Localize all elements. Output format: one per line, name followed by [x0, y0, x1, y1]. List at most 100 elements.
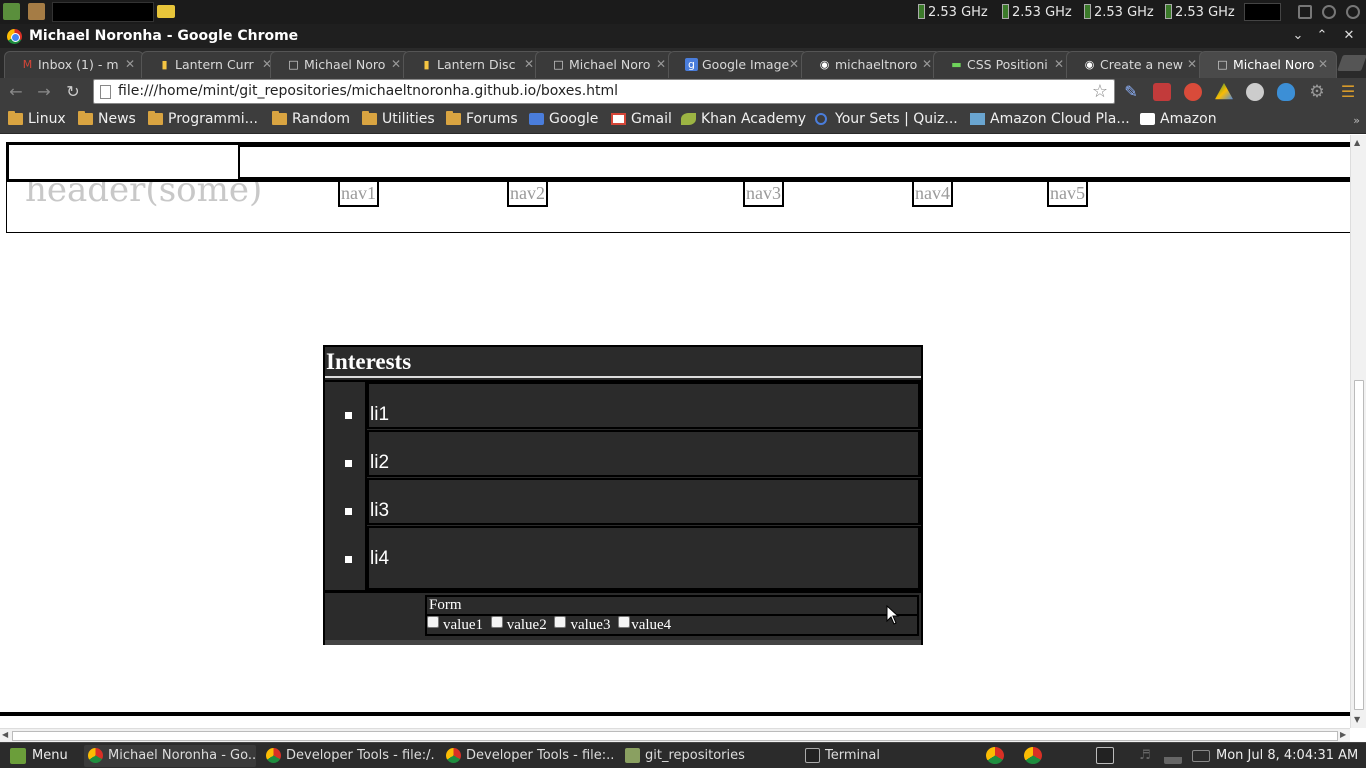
power-icon[interactable] [1346, 5, 1360, 19]
bookmark-utilities[interactable]: Utilities [362, 111, 435, 127]
checkbox-value3[interactable] [554, 616, 567, 628]
interests-title: Interests [325, 347, 921, 378]
folder-icon [446, 111, 461, 125]
bookmark-khan-academy[interactable]: Khan Academy [681, 111, 806, 127]
checkbox-value2[interactable] [490, 616, 503, 628]
chrome-tray-icon[interactable] [986, 747, 1004, 764]
archive-icon[interactable] [28, 3, 45, 20]
refresh-icon[interactable] [1322, 5, 1336, 19]
tab-lantern-disc[interactable]: ▮ Lantern Disc ✕ [403, 51, 543, 78]
back-button[interactable]: ← [6, 82, 26, 102]
bookmark-quizlet[interactable]: Your Sets | Quiz... [815, 111, 958, 127]
cpu-meter-icon [1165, 4, 1172, 19]
tab-label: Google Image [702, 57, 790, 72]
start-menu-button[interactable]: Menu [4, 745, 68, 767]
gear-icon[interactable]: ⚙ [1308, 83, 1326, 101]
tab-michael-noro-1[interactable]: □ Michael Noro ✕ [270, 51, 410, 78]
nav-link-4[interactable]: nav4 [912, 180, 953, 207]
cloud-extension-icon[interactable] [1277, 83, 1295, 101]
window-minimize-button[interactable]: ⌄ [1289, 27, 1307, 45]
chrome-tray-icon[interactable] [1024, 747, 1042, 764]
new-tab-button[interactable] [1337, 55, 1366, 71]
bookmark-programming[interactable]: Programmi... [148, 111, 258, 127]
tab-google-images[interactable]: g Google Image ✕ [668, 51, 808, 78]
tab-michael-noro-2[interactable]: □ Michael Noro ✕ [535, 51, 675, 78]
volume-icon[interactable]: ♬ [1136, 747, 1154, 764]
scroll-right-arrow-icon[interactable]: ▶ [1340, 730, 1346, 739]
tab-css-positioning[interactable]: ▬ CSS Positioni ✕ [933, 51, 1073, 78]
horizontal-scrollbar-thumb[interactable] [12, 731, 1338, 741]
scroll-left-arrow-icon[interactable]: ◀ [2, 730, 8, 739]
close-icon[interactable]: ✕ [391, 52, 401, 77]
page-viewport: header(some) nav1 nav2 nav3 nav4 nav5 In… [0, 135, 1350, 728]
tab-inbox[interactable]: M Inbox (1) - m ✕ [4, 51, 144, 78]
address-bar[interactable]: file:///home/mint/git_repositories/micha… [93, 79, 1115, 104]
bookmark-forums[interactable]: Forums [446, 111, 518, 127]
close-icon[interactable]: ✕ [922, 52, 932, 77]
task-devtools-2[interactable]: Developer Tools - file:... [442, 745, 614, 767]
bookmark-extension-icon[interactable] [1153, 83, 1171, 101]
github-icon: ◉ [1084, 58, 1095, 71]
nav-link-5[interactable]: nav5 [1047, 180, 1088, 207]
task-chrome-main[interactable]: Michael Noronha - Go... [84, 745, 256, 767]
window-titlebar: Michael Noronha - Google Chrome ⌄ ⌃ ✕ [0, 24, 1366, 48]
scroll-up-arrow-icon[interactable]: ▲ [1354, 138, 1360, 147]
checkbox-value1[interactable] [427, 616, 439, 628]
task-devtools-1[interactable]: Developer Tools - file:/... [262, 745, 436, 767]
list-item: li1 [367, 382, 921, 429]
close-icon[interactable]: ✕ [789, 52, 799, 77]
bookmark-news[interactable]: News [78, 111, 136, 127]
reload-button[interactable]: ↻ [63, 82, 83, 102]
horizontal-scrollbar[interactable]: ◀ ▶ [0, 728, 1350, 742]
header-band [7, 143, 1350, 182]
clock[interactable]: Mon Jul 8, 4:04:31 AM [1216, 748, 1358, 763]
task-terminal[interactable]: Terminal [801, 745, 973, 767]
shield-extension-icon[interactable] [1246, 83, 1264, 101]
bookmark-star-icon[interactable]: ☆ [1092, 81, 1108, 102]
tab-label: Michael Noro [304, 57, 386, 72]
chrome-menu-icon[interactable]: ☰ [1339, 83, 1357, 101]
close-icon[interactable]: ✕ [1318, 52, 1328, 77]
close-icon[interactable]: ✕ [1187, 52, 1197, 77]
window-maximize-button[interactable]: ⌃ [1313, 27, 1331, 45]
bookmark-random[interactable]: Random [272, 111, 350, 127]
task-git-repositories[interactable]: git_repositories [621, 745, 793, 767]
bookmark-linux[interactable]: Linux [8, 111, 66, 127]
menu-launcher-icon[interactable] [3, 3, 20, 20]
drive-icon[interactable] [1215, 83, 1233, 100]
bullet-icon [345, 412, 352, 419]
bookmark-google[interactable]: Google [529, 111, 598, 127]
nav-link-2[interactable]: nav2 [507, 180, 548, 207]
battery-icon[interactable] [1192, 750, 1210, 762]
folder-open-icon[interactable] [157, 5, 175, 18]
bookmark-amazon-cloud[interactable]: Amazon Cloud Pla... [970, 111, 1130, 127]
close-icon[interactable]: ✕ [524, 52, 534, 77]
close-icon[interactable]: ✕ [125, 52, 135, 77]
nav-link-3[interactable]: nav3 [743, 180, 784, 207]
forward-button[interactable]: → [34, 82, 54, 102]
tab-lantern-curr[interactable]: ▮ Lantern Curr ✕ [141, 51, 281, 78]
checkbox-value4[interactable] [618, 616, 631, 628]
pen-extension-icon[interactable]: ✎ [1122, 83, 1140, 101]
bug-extension-icon[interactable] [1184, 83, 1202, 101]
tab-label: michaeltnoro [835, 57, 918, 72]
lock-icon[interactable] [1298, 5, 1312, 19]
vertical-scrollbar[interactable]: ▲ ▼ [1350, 135, 1366, 728]
bookmark-gmail[interactable]: Gmail [611, 111, 672, 127]
terminal-tray-icon[interactable] [1096, 747, 1114, 764]
nav-link-1[interactable]: nav1 [338, 180, 379, 207]
tab-create-new[interactable]: ◉ Create a new ✕ [1066, 51, 1206, 78]
tab-github-profile[interactable]: ◉ michaeltnoro ✕ [801, 51, 941, 78]
network-icon[interactable] [1164, 747, 1182, 764]
vertical-scrollbar-thumb[interactable] [1354, 380, 1364, 710]
close-icon[interactable]: ✕ [1054, 52, 1064, 77]
scroll-down-arrow-icon[interactable]: ▼ [1354, 715, 1360, 724]
chevron-right-icon[interactable]: » [1353, 114, 1360, 127]
bookmark-amazon[interactable]: Amazon [1140, 111, 1217, 127]
tab-michael-noro-active[interactable]: □ Michael Noro ✕ [1199, 51, 1337, 78]
form-checkbox-row: value1 value2 value3 value4 [425, 616, 919, 636]
checkbox-label: value2 [506, 617, 547, 633]
list-item: li3 [367, 478, 921, 525]
window-close-button[interactable]: ✕ [1340, 27, 1358, 45]
close-icon[interactable]: ✕ [656, 52, 666, 77]
